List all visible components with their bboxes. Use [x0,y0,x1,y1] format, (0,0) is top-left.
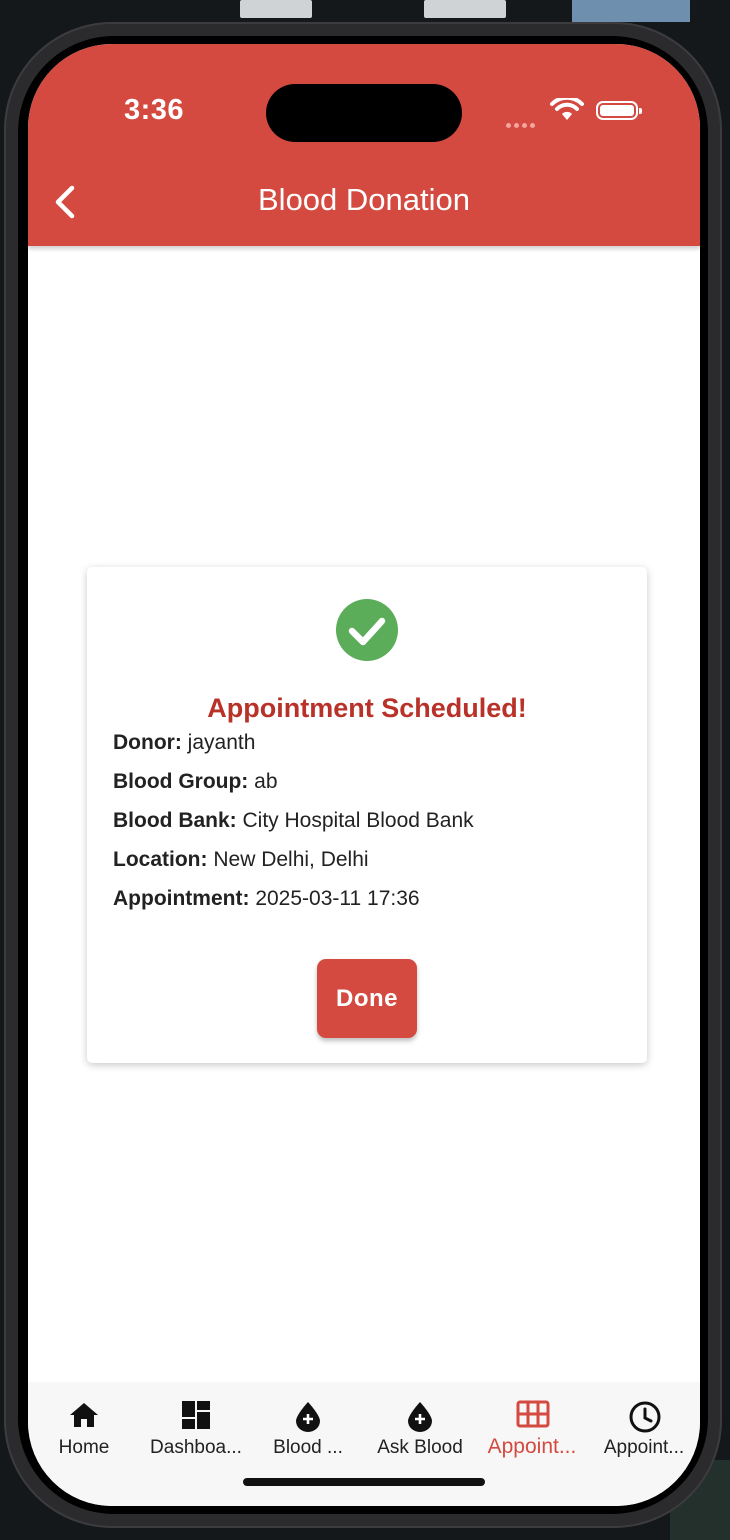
status-time: 3:36 [124,94,185,126]
app-header: 3:36 Blood Donation [28,44,700,246]
detail-label: Blood Group: [113,770,249,793]
blood-group-row: Blood Group: ab [113,770,278,794]
nav-label: Home [58,1437,110,1458]
signal-icon [506,115,538,133]
donor-row: Donor: jayanth [113,731,255,755]
detail-label: Appointment: [113,887,250,910]
grid-icon [516,1400,550,1428]
nav-item-dashboard[interactable]: Dashboa... [140,1382,252,1472]
dashboard-icon [182,1401,210,1429]
nav-item-home[interactable]: Home [28,1382,140,1472]
detail-value: City Hospital Blood Bank [242,809,474,832]
appointment-row: Appointment: 2025-03-11 17:36 [113,887,420,911]
detail-label: Donor: [113,731,182,754]
background-window [572,0,690,22]
background-window [424,0,506,18]
detail-value: ab [254,770,278,793]
nav-item-appointments-history[interactable]: Appoint... [588,1382,700,1472]
app-screen: 3:36 Blood Donation Appointment Schedule… [28,44,700,1506]
confirmation-card: Appointment Scheduled! Donor: jayanth Bl… [87,567,647,1063]
phone-frame: 3:36 Blood Donation Appointment Schedule… [4,22,722,1528]
nav-label: Appoint... [603,1437,685,1458]
detail-label: Blood Bank: [113,809,237,832]
nav-label: Appoint... [487,1435,577,1458]
nav-label: Blood ... [273,1437,343,1458]
nav-item-blood[interactable]: Blood ... [252,1382,364,1472]
background-window [240,0,312,18]
nav-item-ask-blood[interactable]: Ask Blood [364,1382,476,1472]
blood-bank-row: Blood Bank: City Hospital Blood Bank [113,809,474,833]
battery-icon [596,101,642,120]
bottom-navigation: Home Dashboa... Blood ... Ask Blood Appo… [28,1382,700,1506]
blood-drop-icon [408,1402,432,1432]
detail-value: New Delhi, Delhi [213,848,369,871]
wifi-icon [550,98,584,120]
nav-item-appointment[interactable]: Appoint... [476,1382,588,1472]
clock-icon [629,1401,661,1433]
home-indicator[interactable] [243,1478,485,1486]
location-row: Location: New Delhi, Delhi [113,848,369,872]
detail-value: 2025-03-11 17:36 [255,887,420,910]
nav-label: Dashboa... [150,1437,242,1458]
detail-value: jayanth [187,731,256,754]
page-title: Blood Donation [258,182,470,217]
dynamic-island [266,84,462,142]
detail-label: Location: [113,848,208,871]
nav-label: Ask Blood [377,1437,463,1458]
check-circle-icon [336,599,398,661]
done-button[interactable]: Done [317,959,417,1038]
home-icon [70,1403,98,1427]
confirmation-title: Appointment Scheduled! [207,693,527,723]
blood-drop-icon [296,1402,320,1432]
